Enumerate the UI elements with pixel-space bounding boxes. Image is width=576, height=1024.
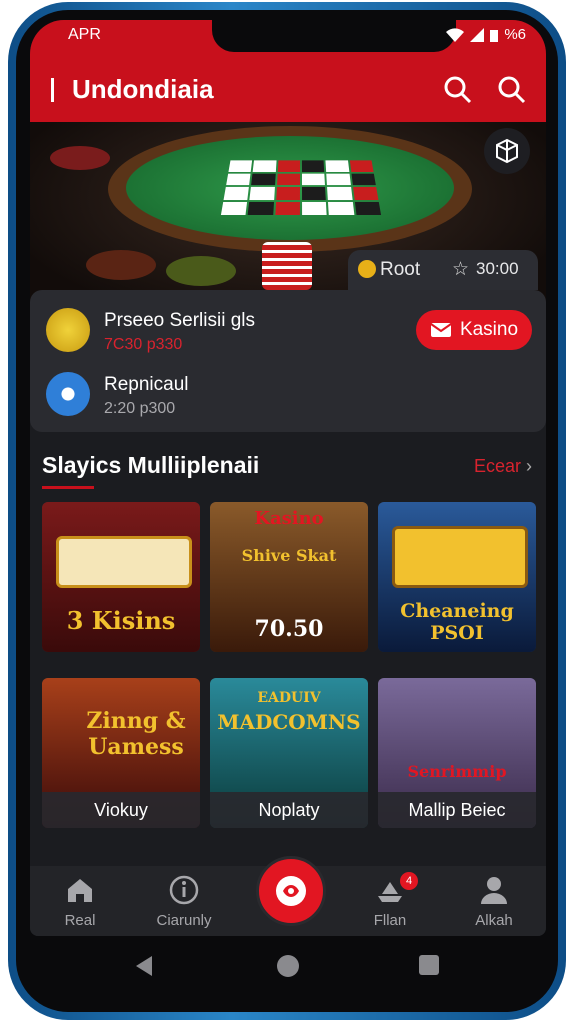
player-row[interactable]: Prseeo Serlisii gls 7C30 p330 [46, 308, 386, 358]
player-sub: 2:20 p300 [104, 400, 176, 417]
person-icon [481, 877, 507, 904]
roulette-wheel-image-2 [166, 256, 236, 286]
game-art-text: Shive Skat [241, 546, 337, 565]
slot-reels-image [392, 526, 528, 588]
center-action-button[interactable] [256, 856, 326, 926]
nav-item-ciarunly[interactable]: Ciarunly [134, 866, 234, 936]
kasino-button[interactable]: Kasino [416, 310, 532, 350]
camera-notch [212, 20, 456, 52]
nav-label: Ciarunly [156, 912, 212, 929]
nav-label: Real [64, 912, 96, 929]
game-art-text: Zinng & Uamess [86, 708, 186, 760]
home-button-icon[interactable] [276, 954, 300, 978]
info-icon [169, 875, 199, 905]
game-tile[interactable]: Cheaneing PSOI [378, 502, 536, 652]
mail-icon [430, 323, 452, 337]
chip-stack-image-left [50, 146, 110, 170]
game-art-value: 70.50 [254, 616, 324, 642]
game-art-text: MADCOMNS [217, 710, 361, 734]
player-avatar [46, 308, 90, 352]
player-sub: 7C30 p330 [104, 336, 183, 353]
chip-stack-image [262, 242, 312, 290]
roulette-wheel-image [86, 250, 156, 280]
section-see-all-link[interactable]: Ecear › [474, 456, 532, 477]
cube-icon [496, 138, 518, 164]
nav-item-fllan[interactable]: Fllan [340, 866, 440, 936]
hero-tag-label: Root [380, 259, 421, 280]
notification-badge: 4 [400, 872, 418, 890]
player-row[interactable]: Repnicaul 2:20 p300 [46, 372, 386, 422]
section-title: Slayics Mulliiplenaii [42, 452, 260, 478]
status-carrier: APR [68, 26, 101, 43]
system-nav-bar [30, 936, 546, 996]
title-accent-bar [51, 78, 54, 102]
wifi-icon [446, 27, 465, 42]
hero-tag-value: 30:00 [476, 259, 519, 278]
signal-icon [470, 27, 485, 42]
home-icon [68, 879, 92, 902]
recents-icon[interactable] [418, 954, 440, 976]
app-title: Undondiaia [72, 74, 214, 104]
battery-icon [490, 29, 499, 42]
game-label: Noplaty [210, 792, 368, 828]
battery-label: %6 [504, 26, 526, 43]
game-tile[interactable]: 3 Kisins [42, 502, 200, 652]
game-label: Viokuy [42, 792, 200, 828]
game-art-subtitle: EADUIV [257, 690, 321, 706]
app-screen: APR %6 Undondiaia Root ☆ 30:00 Prseeo Se… [30, 20, 546, 936]
player-name: Repnicaul [104, 374, 189, 395]
roulette-grid-image [220, 160, 382, 216]
nav-item-alkah[interactable]: Alkah [444, 866, 544, 936]
game-label: Mallip Beiec [378, 792, 536, 828]
emblem-icon [276, 876, 306, 906]
status-bar: APR %6 [30, 20, 546, 60]
nav-label: Fllan [373, 912, 407, 929]
game-art-title: Kasino [254, 508, 324, 529]
back-icon[interactable] [134, 954, 154, 978]
game-tile[interactable]: Zinng & Uamess Viokuy [42, 678, 200, 828]
game-tile[interactable]: Senrimmip Mallip Beiec [378, 678, 536, 828]
kasino-label: Kasino [459, 319, 519, 340]
chevron-right-icon: › [526, 456, 532, 476]
game-tile[interactable]: EADUIV MADCOMNS Noplaty [210, 678, 368, 828]
star-icon: ☆ [452, 259, 470, 280]
game-art-text: 3 Kisins [66, 606, 176, 635]
search-icon-secondary[interactable] [496, 74, 528, 106]
coin-icon [358, 260, 376, 278]
player-name: Prseeo Serlisii gls [104, 310, 255, 331]
see-all-label: Ecear [473, 456, 521, 476]
status-icons: %6 [446, 26, 526, 43]
game-art-text: Senrimmip [407, 762, 507, 781]
section-underline [42, 486, 94, 489]
nav-label: Alkah [475, 912, 513, 929]
game-tile[interactable]: Kasino Shive Skat 70.50 [210, 502, 368, 652]
game-art-text: Cheaneing PSOI [400, 600, 514, 644]
hero-info-pill: Root ☆ 30:00 [348, 250, 538, 290]
slot-reels-image [56, 536, 192, 588]
app-bar: Undondiaia [30, 60, 546, 122]
expand-button[interactable] [484, 128, 530, 174]
nav-item-real[interactable]: Real [30, 866, 130, 936]
player-avatar [46, 372, 90, 416]
search-icon[interactable] [442, 74, 474, 106]
